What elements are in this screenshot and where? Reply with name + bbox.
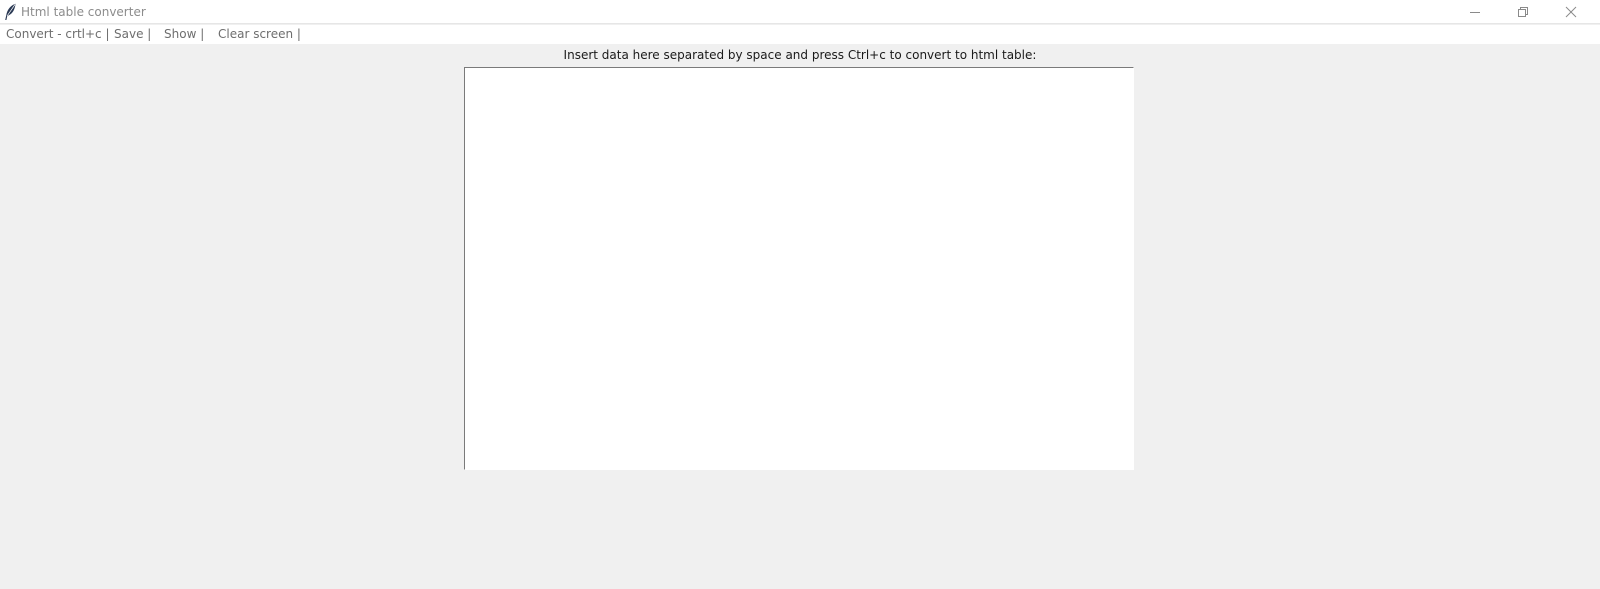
menu-bar: Convert - crtl+c | Save | Show | Clear s… [0,25,1600,44]
close-icon [1565,6,1577,18]
input-prompt-label: Insert data here separated by space and … [563,48,1037,62]
window-title: Html table converter [21,5,146,19]
minimize-button[interactable] [1452,0,1498,24]
close-button[interactable] [1548,0,1594,24]
menu-clear-screen[interactable]: Clear screen | [218,27,301,42]
menu-save[interactable]: Save | [114,27,151,42]
menu-convert[interactable]: Convert - crtl+c | [6,27,110,42]
feather-icon [3,3,17,21]
title-bar[interactable]: Html table converter [0,0,1600,24]
app-window: Html table converter Convert - crtl+c | … [0,0,1600,589]
minimize-icon [1469,6,1481,18]
restore-icon [1517,6,1529,18]
data-input-textarea[interactable] [464,67,1134,470]
maximize-button[interactable] [1500,0,1546,24]
menu-show[interactable]: Show | [164,27,204,42]
